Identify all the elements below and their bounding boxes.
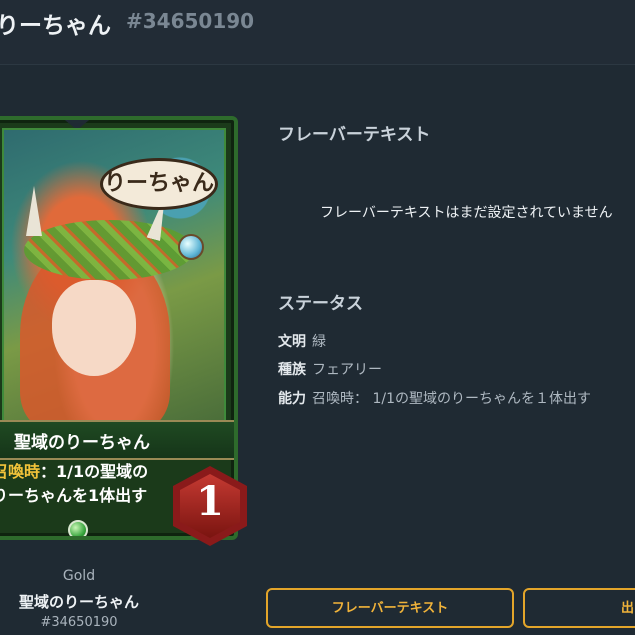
status-row-ability: 能力 召喚時： 1/1の聖域のりーちゃんを１体出す [278, 388, 591, 408]
status-key: 文明 [278, 334, 306, 350]
status-row-race: 種族 フェアリー [278, 359, 382, 379]
status-key: 能力 [278, 391, 306, 407]
art-horn-left [26, 186, 42, 236]
ability-keyword: 召喚時 [0, 462, 41, 481]
status-value: 緑 [312, 334, 326, 350]
flavor-text: フレーバーテキストはまだ設定されていません [320, 205, 613, 221]
speech-bubble: りーちゃん [100, 158, 218, 210]
card-ability-text: 召喚時：1/1の聖域の りーちゃんを1体出す [0, 460, 148, 508]
art-staff-orb [178, 234, 204, 260]
status-heading: ステータス [278, 294, 363, 314]
flavor-text-button[interactable]: フレーバーテキスト [266, 588, 514, 628]
art-wreath [24, 220, 194, 280]
second-action-button[interactable]: 出 [523, 588, 635, 628]
card-name-on-card: 聖域のりーちゃん [14, 433, 150, 453]
leaf-civilization-icon [68, 520, 88, 536]
card-name: 聖域のりーちゃん [18, 593, 139, 611]
card-name-bar: 聖域のりーちゃん [0, 420, 234, 460]
status-row-civilization: 文明緑 [278, 331, 326, 351]
card-rarity: Gold [62, 568, 96, 584]
status-key: 種族 [278, 362, 306, 378]
status-value: 召喚時： 1/1の聖域のりーちゃんを１体出す [312, 391, 591, 407]
card-id-header: #34650190 [126, 9, 255, 33]
card-id: #34650190 [40, 615, 118, 630]
page-title: りーちゃん [0, 13, 111, 39]
card-artwork: りーちゃん [2, 128, 226, 430]
status-value: フェアリー [312, 362, 382, 378]
ability-line1: ：1/1の聖域の [40, 462, 149, 481]
flavor-heading: フレーバーテキスト [278, 125, 431, 145]
page-header: りーちゃん #34650190 [0, 0, 635, 65]
art-face [52, 280, 136, 376]
ability-line2: りーちゃんを1体出す [0, 486, 148, 505]
card-cost: 1 [196, 478, 224, 525]
